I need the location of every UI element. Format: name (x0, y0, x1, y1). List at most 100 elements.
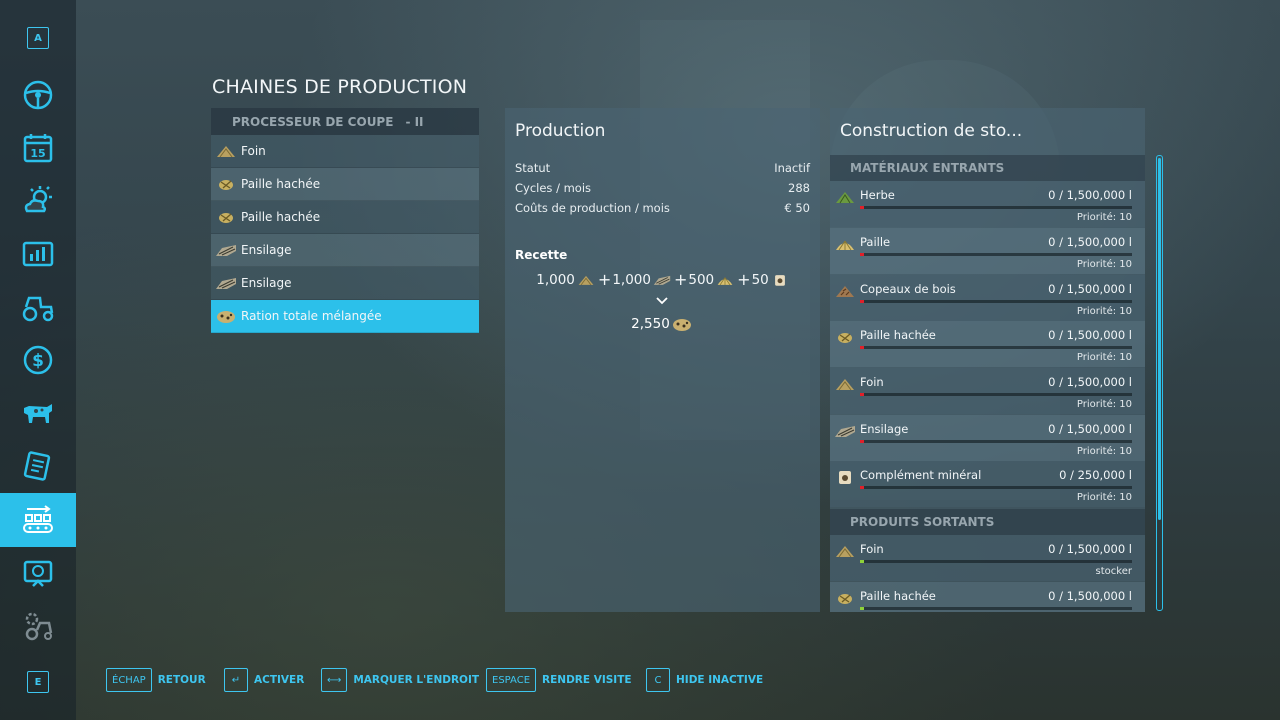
production-title: Production (515, 121, 606, 141)
silage-icon (835, 426, 855, 437)
grass-icon (836, 192, 854, 204)
svg-text:$: $ (32, 351, 44, 371)
contracts-icon (23, 451, 51, 481)
chain-item-hay[interactable]: Foin (211, 135, 479, 168)
material-name: Paille (860, 235, 891, 249)
sidebar-item-weather[interactable] (0, 175, 76, 225)
sidebar-item-statistics[interactable] (0, 229, 76, 279)
chain-item-silage-2[interactable]: Ensilage (211, 267, 479, 300)
chopped-straw-icon (838, 594, 852, 604)
sidebar-key-prev[interactable]: A (27, 27, 49, 49)
recipe-plus: + (673, 270, 688, 289)
hay-icon (578, 275, 594, 285)
priority-label: Priorité: 10 (1076, 306, 1132, 317)
storage-scrollbar-thumb[interactable] (1158, 158, 1161, 520)
storage-title: Construction de sto... (840, 121, 1023, 141)
page-title: CHAINES DE PRODUCTION (212, 76, 468, 98)
material-amount: 0 / 1,500,000 l (1048, 422, 1132, 436)
sidebar-item-vehicles-shop[interactable] (0, 282, 76, 332)
sidebar-item-contracts[interactable] (0, 441, 76, 491)
fill-level-bar (860, 300, 1132, 303)
storage-input-row: Foin 0 / 1,500,000 l Priorité: 10 (830, 368, 1145, 414)
finances-icon: $ (23, 345, 53, 375)
storage-input-row: Paille 0 / 1,500,000 l Priorité: 10 (830, 228, 1145, 274)
material-amount: 0 / 1,500,000 l (1048, 375, 1132, 389)
fill-level-bar (860, 206, 1132, 209)
sidebar-item-tutorial[interactable] (0, 549, 76, 599)
tutorial-icon (23, 560, 53, 587)
hint-label: RETOUR (157, 674, 206, 686)
fill-level-bar (860, 393, 1132, 396)
material-name: Ensilage (860, 422, 909, 436)
storage-input-row: Paille hachée 0 / 1,500,000 l Priorité: … (830, 321, 1145, 367)
hint-mark-location[interactable]: ⟷ MARQUER L'ENDROIT (321, 668, 479, 692)
silage-icon (216, 245, 236, 256)
recipe-label: Recette (515, 248, 568, 262)
hint-hide-inactive[interactable]: C HIDE INACTIVE (646, 668, 763, 692)
output-mode-label[interactable]: stocker (1096, 566, 1132, 577)
sidebar-item-production[interactable] (0, 493, 76, 547)
production-panel: Production Statut Inactif Cycles / mois … (505, 108, 820, 612)
chevron-down-icon (656, 297, 668, 305)
chain-item-silage-1[interactable]: Ensilage (211, 234, 479, 267)
sidebar-item-calendar[interactable]: 15 (0, 123, 76, 173)
chain-item-label: Foin (241, 144, 266, 158)
chain-item-label: Ensilage (241, 243, 292, 257)
cycles-label: Cycles / mois (515, 181, 592, 195)
tmr-icon (217, 311, 235, 323)
chopped-straw-icon (838, 333, 852, 343)
fill-level-bar (860, 440, 1132, 443)
sidebar-item-settings[interactable] (0, 601, 76, 651)
sidebar-item-vehicles[interactable] (0, 70, 76, 120)
product-amount: 0 / 1,500,000 l (1048, 542, 1132, 556)
silage-icon (216, 278, 236, 289)
hint-visit[interactable]: ESPACE RENDRE VISITE (486, 668, 632, 692)
cycles-value: 288 (788, 181, 810, 195)
recipe-plus: + (737, 270, 751, 289)
chopped-straw-icon (219, 213, 233, 223)
calendar-day: 15 (30, 147, 45, 160)
material-amount: 0 / 250,000 l (1059, 468, 1132, 482)
sidebar-item-finances[interactable]: $ (0, 335, 76, 385)
material-amount: 0 / 1,500,000 l (1048, 188, 1132, 202)
sidebar: A 15 $ E (0, 0, 76, 720)
storage-scrollbar[interactable] (1156, 155, 1163, 611)
status-label: Statut (515, 161, 551, 175)
hay-icon (836, 379, 854, 391)
priority-label: Priorité: 10 (1076, 212, 1132, 223)
hint-label: MARQUER L'ENDROIT (353, 674, 480, 686)
settings-icon (25, 612, 53, 641)
hint-label: RENDRE VISITE (542, 674, 632, 686)
statistics-icon (22, 241, 54, 267)
fill-level-bar (860, 607, 1132, 610)
fill-level (860, 300, 864, 303)
material-name: Paille hachée (860, 328, 936, 342)
cost-label: Coûts de production / mois (515, 201, 670, 215)
priority-label: Priorité: 10 (1076, 352, 1132, 363)
chain-item-tmr[interactable]: Ration totale mélangée (211, 300, 479, 333)
hint-label: HIDE INACTIVE (676, 674, 764, 686)
fill-level (860, 440, 864, 443)
priority-label: Priorité: 10 (1076, 492, 1132, 503)
mineral-feed-icon (774, 274, 785, 286)
sidebar-item-animals[interactable] (0, 388, 76, 438)
chain-item-label: Ration totale mélangée (241, 309, 382, 323)
key-space: ESPACE (486, 668, 537, 692)
storage-input-row: Ensilage 0 / 1,500,000 l Priorité: 10 (830, 415, 1145, 461)
hint-label: ACTIVER (254, 674, 305, 686)
storage-panel: Construction de sto... MATÉRIAUX ENTRANT… (830, 108, 1145, 612)
chain-item-chopped-straw-2[interactable]: Paille hachée (211, 201, 479, 234)
fill-level (860, 560, 864, 563)
cost-row: Coûts de production / mois € 50 (515, 201, 810, 215)
hint-back[interactable]: ÉCHAP RETOUR (106, 668, 206, 692)
storage-input-row: Herbe 0 / 1,500,000 l Priorité: 10 (830, 181, 1145, 227)
status-value: Inactif (774, 161, 810, 175)
input-hints-bar: ÉCHAP RETOUR ↵ ACTIVER ⟷ MARQUER L'ENDRO… (0, 668, 1280, 692)
chain-item-chopped-straw-1[interactable]: Paille hachée (211, 168, 479, 201)
chain-item-label: Paille hachée (241, 210, 321, 224)
hint-activate[interactable]: ↵ ACTIVER (224, 668, 304, 692)
storage-input-row: Copeaux de bois 0 / 1,500,000 l Priorité… (830, 275, 1145, 321)
chopped-straw-icon (219, 180, 233, 190)
recipe-input-amount: 500 (688, 271, 715, 288)
key-c: C (646, 668, 670, 692)
